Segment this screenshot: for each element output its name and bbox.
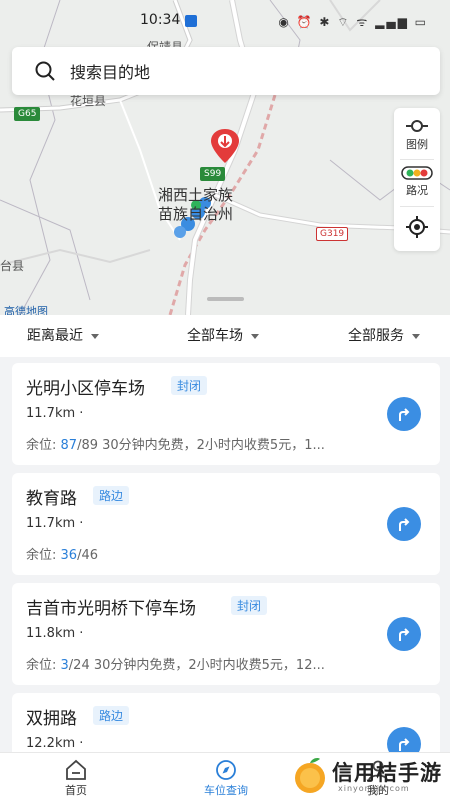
road-badge-s99: S99 [200, 167, 226, 181]
filter-lots[interactable]: 全部车场 [187, 325, 259, 345]
remaining-label: 余位: [26, 438, 61, 453]
drag-handle[interactable] [207, 297, 244, 301]
parking-distance: 11.7km · [26, 516, 84, 531]
navigation-arrow-icon [399, 738, 410, 751]
filter-services[interactable]: 全部服务 [348, 325, 420, 345]
parking-type-tag: 封闭 [171, 376, 208, 395]
status-bar: 10:34 ◉ ⏰ ✱ ⌔ ᯤ ▂▄▆ ▭ [0, 0, 450, 40]
map-provider-logo: 高德地图 [4, 305, 48, 315]
parking-distance: 12.2km · [26, 736, 84, 751]
map-city-line1: 湘西土家族 [158, 186, 234, 204]
parking-card[interactable]: 教育路 路边 11.7km · 余位: 36/46 [12, 473, 440, 575]
total-count: /89 [77, 438, 98, 453]
search-placeholder[interactable]: 搜索目的地 [70, 59, 150, 83]
parking-type-tag: 路边 [93, 706, 130, 725]
total-count: /24 [68, 658, 90, 673]
navigation-arrow-icon [399, 518, 410, 531]
navigate-button[interactable] [387, 397, 421, 431]
legend-label: 图例 [406, 138, 428, 151]
filter-distance[interactable]: 距离最近 [27, 325, 99, 345]
orange-logo-icon [295, 758, 325, 793]
map-view[interactable]: 10:34 ◉ ⏰ ✱ ⌔ ᯤ ▂▄▆ ▭ 保靖县 花垣县 台县 G65 S99… [0, 0, 450, 315]
nav-spot-query-label: 车位查询 [204, 784, 248, 797]
status-time: 10:34 [140, 12, 181, 28]
location-pin-icon[interactable] [208, 128, 242, 164]
location-service-icon [185, 15, 197, 27]
parking-name: 双拥路 [26, 709, 77, 729]
parking-type-tag: 路边 [93, 486, 130, 505]
parking-card[interactable]: 光明小区停车场 封闭 11.7km · 余位: 87/89 30分钟内免费，2小… [12, 363, 440, 465]
parking-card[interactable]: 吉首市光明桥下停车场 封闭 11.8km · 余位: 3/24 30分钟内免费，… [12, 583, 440, 685]
total-count: /46 [77, 548, 98, 563]
nav-home-label: 首页 [65, 784, 87, 797]
parking-distance: 11.8km · [26, 626, 84, 641]
map-city-line2: 苗族自治州 [158, 205, 234, 223]
watermark-text: 信用桔手游 [332, 761, 442, 785]
status-icons: ◉ ⏰ ✱ ⌔ ᯤ ▂▄▆ ▭ [278, 15, 428, 29]
traffic-icon [401, 166, 433, 180]
legend-icon [406, 120, 428, 132]
available-count: 36 [60, 548, 78, 563]
parking-name: 教育路 [26, 489, 77, 509]
locate-icon [406, 216, 428, 238]
navigation-arrow-icon [399, 408, 410, 421]
pricing-info: 30分钟内免费，2小时内收费5元，1... [97, 438, 325, 453]
map-controls: 图例 路况 [394, 108, 440, 251]
pricing-info: 30分钟内免费，2小时内收费5元，12... [89, 658, 325, 673]
watermark-url: xinyongju.com [338, 784, 410, 793]
traffic-button[interactable]: 路况 [394, 166, 440, 198]
compass-icon [216, 760, 236, 780]
search-icon [35, 61, 55, 81]
filter-services-label: 全部服务 [348, 328, 404, 344]
search-bar[interactable]: 搜索目的地 [12, 47, 440, 95]
parking-type-tag: 封闭 [231, 596, 268, 615]
road-badge-g65: G65 [14, 107, 41, 121]
filter-distance-label: 距离最近 [27, 328, 83, 344]
map-city-label: 湘西土家族 苗族自治州 [158, 186, 233, 224]
navigate-button[interactable] [387, 617, 421, 651]
parking-name: 光明小区停车场 [26, 379, 145, 399]
parking-detail: 余位: 36/46 [26, 544, 98, 563]
available-count: 3 [60, 658, 69, 673]
chevron-down-icon [91, 333, 99, 339]
parking-name: 吉首市光明桥下停车场 [26, 599, 196, 619]
parking-detail: 余位: 87/89 30分钟内免费，2小时内收费5元，1... [26, 434, 325, 453]
remaining-label: 余位: [26, 658, 61, 673]
traffic-label: 路况 [406, 184, 428, 197]
chevron-down-icon [412, 333, 420, 339]
divider [400, 206, 434, 207]
nav-home[interactable]: 首页 [58, 759, 94, 798]
parking-detail: 余位: 3/24 30分钟内免费，2小时内收费5元，12... [26, 654, 325, 673]
navigation-arrow-icon [399, 628, 410, 641]
locate-button[interactable] [394, 216, 440, 240]
remaining-label: 余位: [26, 548, 61, 563]
filter-bar: 距离最近 全部车场 全部服务 [0, 315, 450, 357]
divider [400, 159, 434, 160]
road-badge-g319: G319 [316, 227, 349, 241]
parking-distance: 11.7km · [26, 406, 84, 421]
legend-button[interactable]: 图例 [394, 118, 440, 152]
filter-lots-label: 全部车场 [187, 328, 243, 344]
chevron-down-icon [251, 333, 259, 339]
available-count: 87 [60, 438, 78, 453]
navigate-button[interactable] [387, 507, 421, 541]
nav-spot-query[interactable]: 车位查询 [198, 759, 254, 798]
home-icon [66, 759, 86, 780]
map-label-county: 台县 [0, 259, 25, 273]
watermark: 信用桔手游 xinyongju.com [288, 755, 448, 797]
